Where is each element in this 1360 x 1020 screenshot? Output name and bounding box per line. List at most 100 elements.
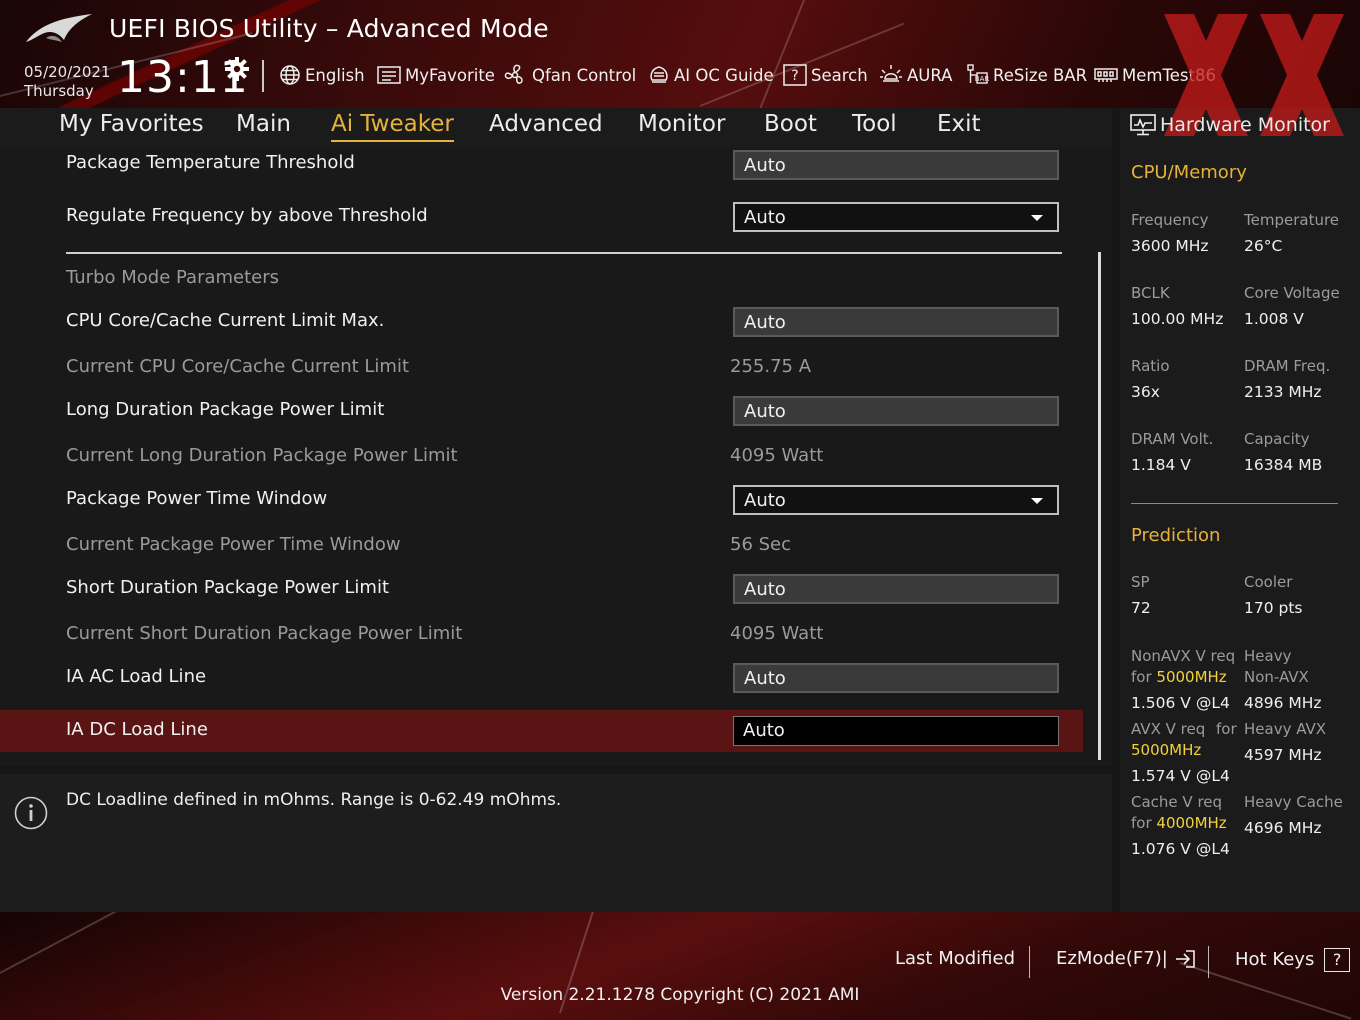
- monitor-icon: [1130, 114, 1156, 136]
- resize-bar-label: ReSize BAR: [993, 65, 1088, 85]
- ia-dc-load-line-field[interactable]: Auto: [733, 716, 1059, 746]
- tab-main[interactable]: Main: [236, 111, 291, 137]
- dram-volt-label: DRAM Volt.: [1131, 430, 1214, 448]
- cache-req-label: Cache V req: [1131, 793, 1223, 811]
- current-long-duration-limit-value: 4095 Watt: [730, 445, 824, 466]
- language-button[interactable]: English: [279, 63, 365, 87]
- dram-freq-label: DRAM Freq.: [1244, 357, 1331, 375]
- day-display: Thursday: [24, 82, 94, 100]
- current-cpu-core-cache-limit-value: 255.75 A: [730, 356, 812, 377]
- tab-monitor[interactable]: Monitor: [638, 111, 725, 137]
- favorite-icon: [377, 66, 401, 84]
- temperature-value: 26°C: [1244, 237, 1283, 255]
- regulate-frequency-dropdown[interactable]: Auto: [733, 202, 1059, 232]
- short-duration-power-limit-field[interactable]: Auto: [733, 574, 1059, 604]
- heavy-nonavx-value: 4896 MHz: [1244, 694, 1322, 712]
- cpu-core-cache-limit-field[interactable]: Auto: [733, 307, 1059, 337]
- ia-dc-load-line-label: IA DC Load Line: [66, 719, 208, 740]
- capacity-value: 16384 MB: [1244, 456, 1323, 474]
- package-temp-threshold-label: Package Temperature Threshold: [66, 152, 355, 173]
- cooler-value: 170 pts: [1244, 599, 1303, 617]
- svg-text:?: ?: [791, 68, 798, 84]
- cache-for-label: for 4000MHz: [1131, 814, 1227, 832]
- memtest-label: MemTest86: [1122, 65, 1216, 85]
- gear-icon[interactable]: [224, 56, 250, 82]
- hot-keys-button[interactable]: Hot Keys ?: [1235, 948, 1351, 972]
- globe-icon: [280, 65, 300, 85]
- aura-button[interactable]: AURA: [879, 63, 952, 87]
- footer-bar: Last Modified EzMode(F7)| Hot Keys ? Ver…: [0, 912, 1360, 1020]
- heavy-nonavx-label-1: Heavy: [1244, 647, 1292, 665]
- last-modified-button[interactable]: Last Modified: [895, 948, 1015, 969]
- svg-text:BAR: BAR: [975, 75, 989, 83]
- aura-label: AURA: [907, 65, 953, 85]
- frequency-value: 3600 MHz: [1131, 237, 1209, 255]
- help-box-icon: ?: [783, 64, 807, 86]
- frequency-label: Frequency: [1131, 211, 1209, 229]
- scrollbar[interactable]: [1098, 252, 1101, 760]
- temperature-label: Temperature: [1244, 211, 1340, 229]
- cooler-label: Cooler: [1244, 573, 1293, 591]
- tab-ai-tweaker[interactable]: Ai Tweaker: [331, 111, 454, 142]
- search-label: Search: [811, 65, 868, 85]
- core-voltage-label: Core Voltage: [1244, 284, 1340, 302]
- package-temp-threshold-field[interactable]: Auto: [733, 150, 1059, 180]
- hot-keys-label: Hot Keys: [1235, 949, 1315, 970]
- tab-tool[interactable]: Tool: [852, 111, 897, 137]
- tab-my-favorites[interactable]: My Favorites: [59, 111, 204, 137]
- bclk-value: 100.00 MHz: [1131, 310, 1224, 328]
- tab-boot[interactable]: Boot: [764, 111, 817, 137]
- turbo-mode-header: Turbo Mode Parameters: [66, 267, 280, 288]
- section-divider: [66, 252, 1062, 254]
- ezmode-button[interactable]: EzMode(F7)|: [1056, 948, 1196, 969]
- nonavx-for-label: for 5000MHz: [1131, 668, 1227, 686]
- resize-bar-icon: BAR: [967, 64, 989, 84]
- ezmode-label: EzMode(F7)|: [1056, 948, 1168, 969]
- nonavx-value: 1.506 V @L4: [1131, 694, 1230, 712]
- nonavx-req-label: NonAVX V req: [1131, 647, 1236, 665]
- header-divider: [262, 60, 264, 92]
- capacity-label: Capacity: [1244, 430, 1310, 448]
- bclk-label: BCLK: [1131, 284, 1170, 302]
- aura-light-icon: [880, 65, 902, 82]
- nonavx-freq: 5000MHz: [1156, 668, 1227, 686]
- myfavorite-label: MyFavorite: [405, 65, 495, 85]
- memtest-button[interactable]: MemTest86: [1094, 63, 1216, 87]
- footer-divider: [1029, 946, 1030, 978]
- short-duration-power-limit-label: Short Duration Package Power Limit: [66, 577, 390, 598]
- current-long-duration-limit-label: Current Long Duration Package Power Limi…: [66, 445, 458, 466]
- hardware-monitor-title: Hardware Monitor: [1160, 114, 1330, 136]
- ai-chip-icon: [650, 66, 668, 83]
- tab-exit[interactable]: Exit: [937, 111, 981, 137]
- heavy-avx-value: 4597 MHz: [1244, 746, 1322, 764]
- decor-streak: [759, 0, 814, 108]
- help-text: DC Loadline defined in mOhms. Range is 0…: [66, 790, 562, 810]
- heavy-cache-value: 4696 MHz: [1244, 819, 1322, 837]
- qfan-control-button[interactable]: Qfan Control: [502, 63, 636, 87]
- cpu-memory-heading: CPU/Memory: [1131, 162, 1247, 183]
- ai-oc-guide-label: AI OC Guide: [674, 65, 774, 85]
- long-duration-power-limit-field[interactable]: Auto: [733, 396, 1059, 426]
- qfan-control-label: Qfan Control: [532, 65, 637, 85]
- avx-value: 1.574 V @L4: [1131, 767, 1230, 785]
- help-panel: DC Loadline defined in mOhms. Range is 0…: [0, 774, 1112, 912]
- heavy-avx-label: Heavy AVX: [1244, 720, 1327, 738]
- current-power-time-window-value: 56 Sec: [730, 534, 792, 555]
- resize-bar-button[interactable]: BAR ReSize BAR: [965, 63, 1087, 87]
- search-button[interactable]: ? Search: [783, 63, 868, 87]
- hardware-monitor-panel: Hardware Monitor CPU/Memory Frequency Te…: [1120, 108, 1360, 912]
- ia-ac-load-line-field[interactable]: Auto: [733, 663, 1059, 693]
- header-bar: UEFI BIOS Utility – Advanced Mode 05/20/…: [0, 0, 1360, 108]
- date-display: 05/20/2021: [24, 63, 111, 81]
- cache-freq: 4000MHz: [1156, 814, 1227, 832]
- decor-streak: [0, 912, 195, 974]
- question-box-icon: ?: [1324, 948, 1351, 972]
- myfavorite-button[interactable]: MyFavorite: [377, 63, 495, 87]
- package-power-time-window-dropdown[interactable]: Auto: [733, 485, 1059, 515]
- hw-divider: [1131, 503, 1338, 504]
- dram-volt-value: 1.184 V: [1131, 456, 1191, 474]
- memtest-icon: [1094, 68, 1118, 82]
- tab-advanced[interactable]: Advanced: [489, 111, 603, 137]
- ai-oc-guide-button[interactable]: AI OC Guide: [648, 63, 774, 87]
- ratio-value: 36x: [1131, 383, 1160, 401]
